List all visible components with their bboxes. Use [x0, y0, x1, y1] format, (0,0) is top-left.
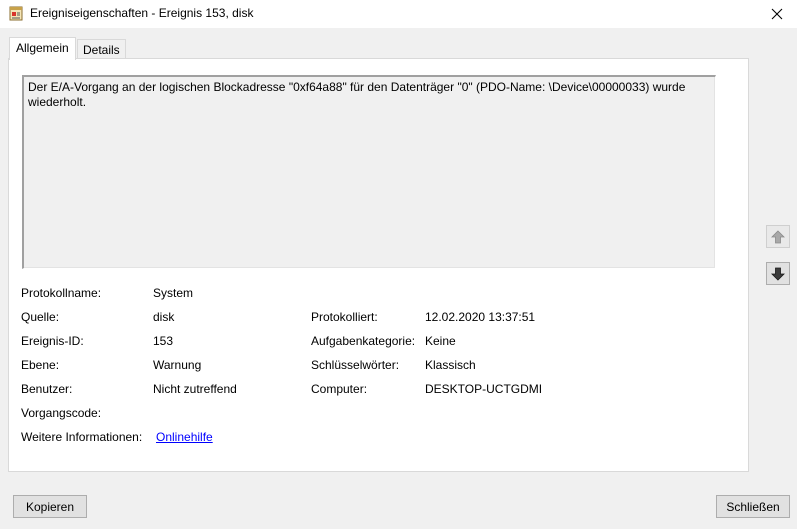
task-category-value[interactable]: Keine — [425, 334, 456, 348]
general-tab-panel: Der E/A-Vorgang an der logischen Blockad… — [8, 58, 749, 472]
next-event-button[interactable] — [766, 262, 790, 285]
level-value[interactable]: Warnung — [153, 358, 201, 372]
event-description[interactable]: Der E/A-Vorgang an der logischen Blockad… — [22, 75, 716, 269]
copy-button[interactable]: Kopieren — [13, 495, 87, 518]
window-title: Ereigniseigenschaften - Ereignis 153, di… — [30, 6, 254, 20]
event-viewer-icon — [9, 6, 23, 21]
user-label: Benutzer: — [21, 382, 73, 396]
close-button[interactable]: Schließen — [716, 495, 790, 518]
task-category-label: Aufgabenkategorie: — [311, 334, 416, 348]
event-id-value[interactable]: 153 — [153, 334, 173, 348]
keywords-label: Schlüsselwörter: — [311, 358, 400, 372]
keywords-value[interactable]: Klassisch — [425, 358, 476, 372]
title-bar[interactable]: Ereigniseigenschaften - Ereignis 153, di… — [0, 0, 797, 28]
logged-value[interactable]: 12.02.2020 13:37:51 — [425, 310, 535, 324]
source-value[interactable]: disk — [153, 310, 174, 324]
log-name-value[interactable]: System — [153, 286, 193, 300]
arrow-down-icon — [771, 267, 785, 281]
user-value[interactable]: Nicht zutreffend — [153, 382, 237, 396]
arrow-up-icon — [771, 229, 785, 243]
opcode-label: Vorgangscode: — [21, 406, 102, 420]
more-info-label: Weitere Informationen: — [21, 430, 143, 444]
previous-event-button[interactable] — [766, 225, 790, 248]
event-properties-window: Ereigniseigenschaften - Ereignis 153, di… — [0, 0, 797, 529]
event-id-label: Ereignis-ID: — [21, 334, 84, 348]
tab-general[interactable]: Allgemein — [9, 37, 76, 60]
computer-value[interactable]: DESKTOP-UCTGDMI — [425, 382, 542, 396]
log-name-label: Protokollname: — [21, 286, 102, 300]
level-label: Ebene: — [21, 358, 60, 372]
tab-details[interactable]: Details — [77, 39, 126, 59]
source-label: Quelle: — [21, 310, 60, 324]
close-icon — [771, 8, 783, 20]
logged-label: Protokolliert: — [311, 310, 378, 324]
computer-label: Computer: — [311, 382, 368, 396]
close-window-button[interactable] — [757, 0, 797, 28]
online-help-link[interactable]: Onlinehilfe — [156, 430, 213, 444]
